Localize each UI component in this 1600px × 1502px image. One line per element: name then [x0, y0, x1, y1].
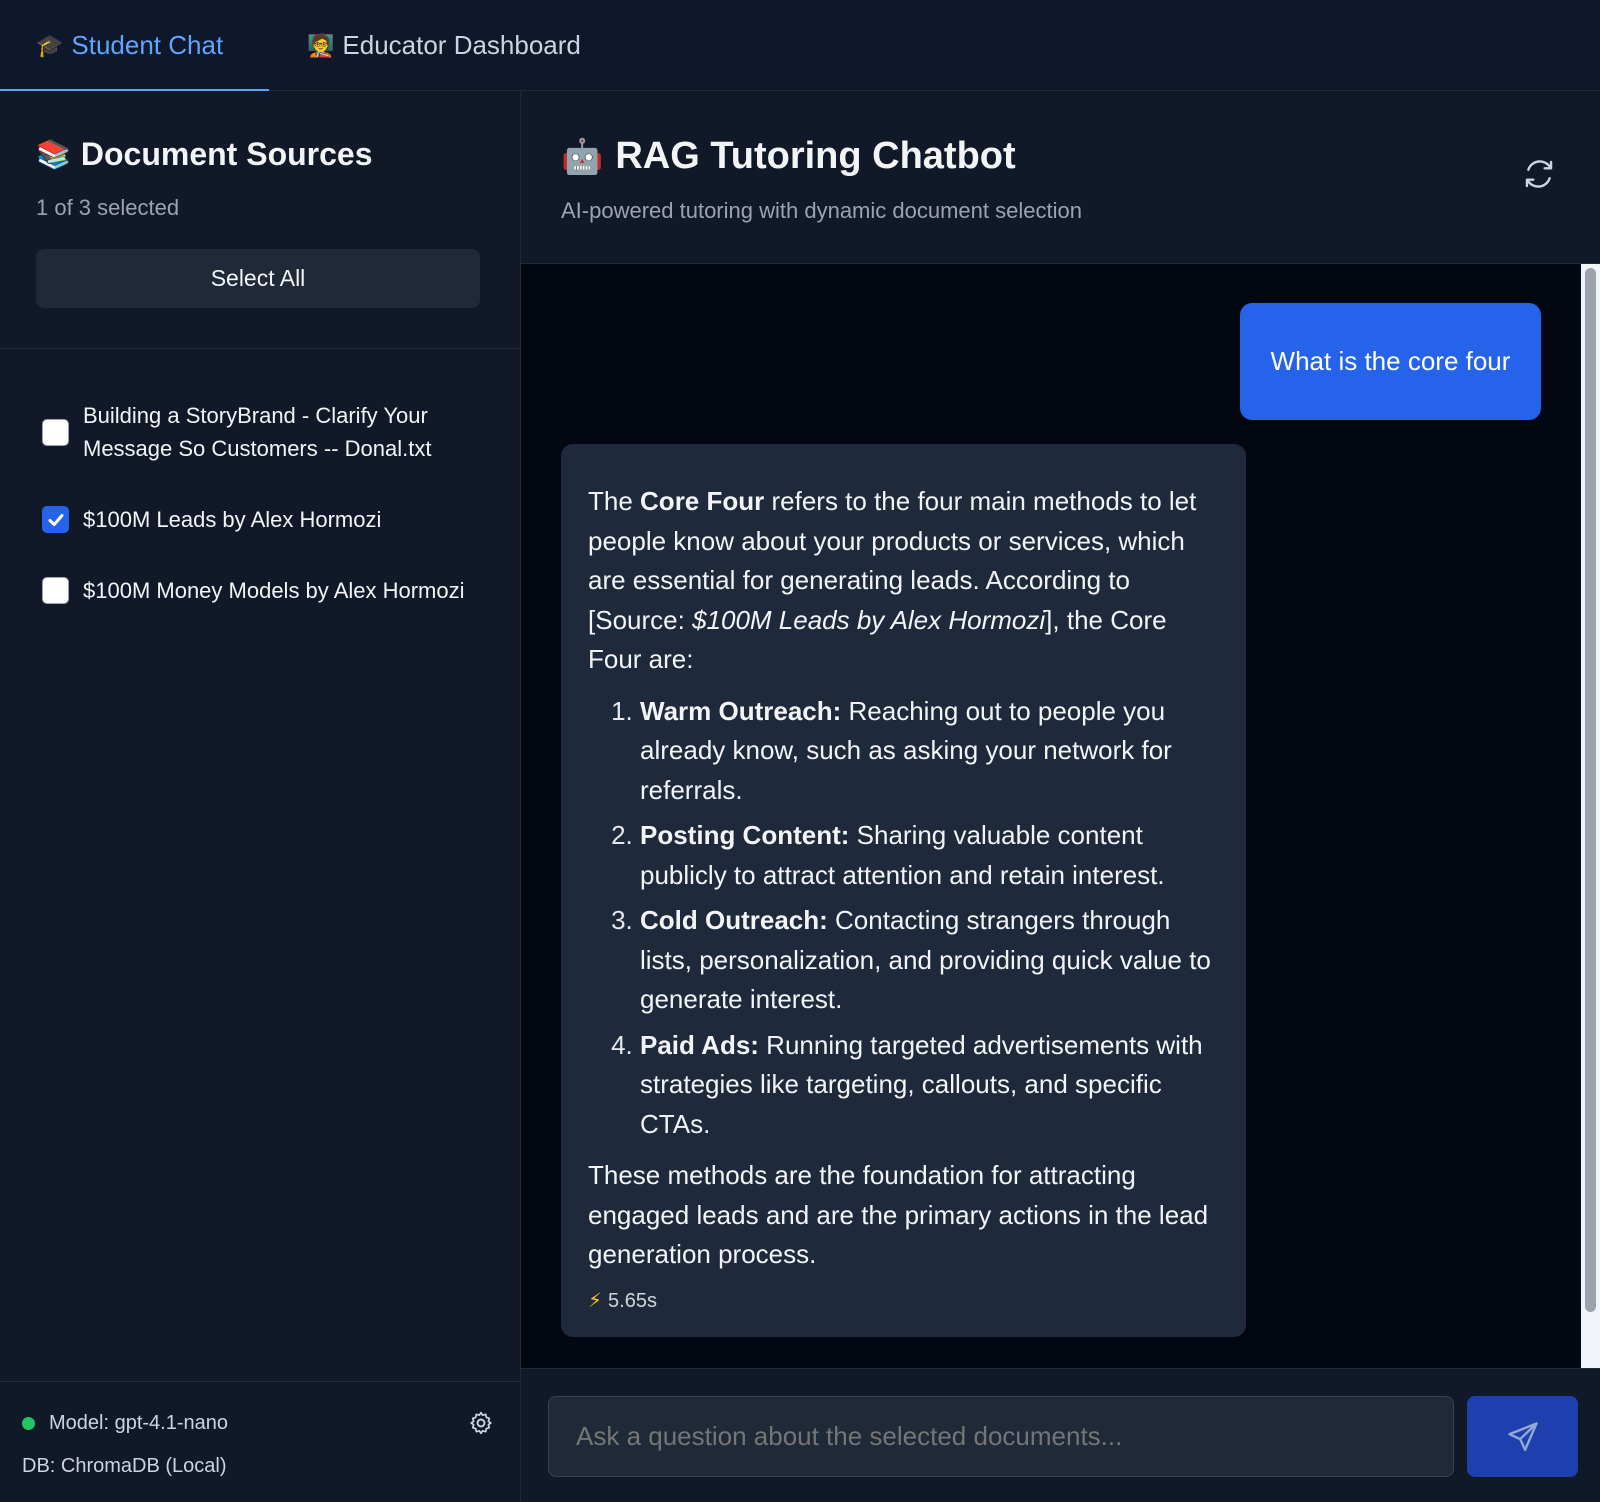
chat-scrollbar[interactable]: [1581, 264, 1600, 1368]
scrollbar-thumb[interactable]: [1585, 268, 1596, 1312]
question-input[interactable]: [548, 1396, 1454, 1477]
db-label: DB: ChromaDB (Local): [22, 1455, 227, 1477]
page-title-text: RAG Tutoring Chatbot: [615, 135, 1016, 177]
item-title: Paid Ads:: [640, 1029, 759, 1060]
bold-term: Core Four: [640, 486, 765, 516]
chat-panel: 🤖 RAG Tutoring Chatbot AI-powered tutori…: [521, 91, 1600, 1502]
list-item: Posting Content: Sharing valuable conten…: [640, 816, 1219, 895]
sidebar-title: 📚 Document Sources: [36, 136, 484, 173]
tab-label: Student Chat: [71, 30, 224, 60]
refresh-icon[interactable]: [1522, 157, 1556, 191]
check-icon: [48, 513, 63, 526]
books-icon: 📚: [36, 139, 71, 170]
tab-label: Educator Dashboard: [342, 30, 581, 60]
chat-header: 🤖 RAG Tutoring Chatbot AI-powered tutori…: [521, 91, 1600, 264]
document-label: $100M Money Models by Alex Hormozi: [83, 578, 465, 603]
answer-intro: The Core Four refers to the four main me…: [588, 482, 1219, 680]
select-all-button[interactable]: Select All: [36, 249, 480, 308]
selection-count: 1 of 3 selected: [36, 195, 180, 220]
sidebar-footer: Model: gpt-4.1-nano DB: ChromaDB (Local): [0, 1381, 520, 1502]
send-button[interactable]: [1467, 1396, 1578, 1477]
send-icon: [1507, 1421, 1538, 1451]
document-item[interactable]: $100M Leads by Alex Hormozi: [42, 503, 484, 536]
item-title: Warm Outreach:: [640, 695, 842, 726]
robot-icon: 🤖: [561, 137, 604, 176]
top-tab-bar: 🎓 Student Chat 🧑‍🏫 Educator Dashboard: [0, 0, 1600, 92]
source-citation: $100M Leads by Alex Hormozi: [692, 604, 1046, 635]
response-time: ⚡ 5.65s: [588, 1287, 1219, 1315]
document-checkbox[interactable]: [42, 506, 69, 533]
document-item[interactable]: $100M Money Models by Alex Hormozi: [42, 574, 484, 607]
text-span: The: [588, 486, 641, 516]
model-status: Model: gpt-4.1-nano: [22, 1412, 498, 1435]
composer: [521, 1368, 1600, 1502]
document-item[interactable]: Building a StoryBrand - Clarify Your Mes…: [42, 399, 484, 465]
list-item: Cold Outreach: Contacting strangers thro…: [640, 901, 1219, 1020]
page-title: 🤖 RAG Tutoring Chatbot: [561, 135, 1560, 178]
document-list: Building a StoryBrand - Clarify Your Mes…: [0, 349, 520, 607]
assistant-message: The Core Four refers to the four main me…: [561, 444, 1246, 1337]
lightning-icon: ⚡: [588, 1289, 603, 1312]
model-label: Model: gpt-4.1-nano: [49, 1412, 229, 1434]
item-title: Cold Outreach:: [640, 905, 828, 935]
item-title: Posting Content:: [640, 820, 850, 850]
document-label: Building a StoryBrand - Clarify Your Mes…: [83, 403, 432, 461]
response-time-value: 5.65s: [608, 1289, 657, 1312]
list-item: Paid Ads: Running targeted advertisement…: [640, 1026, 1219, 1145]
list-item: Warm Outreach: Reaching out to people yo…: [640, 692, 1219, 811]
sidebar-title-text: Document Sources: [80, 136, 373, 172]
gear-icon[interactable]: [468, 1410, 494, 1436]
status-dot-icon: [22, 1417, 35, 1430]
page-subtitle: AI-powered tutoring with dynamic documen…: [561, 198, 1082, 223]
tab-educator-dashboard[interactable]: 🧑‍🏫 Educator Dashboard: [269, 0, 617, 91]
user-message: What is the core four: [1240, 303, 1541, 420]
document-checkbox[interactable]: [42, 418, 69, 446]
document-sidebar: 📚 Document Sources 1 of 3 selected Selec…: [0, 91, 521, 1502]
document-checkbox[interactable]: [42, 577, 69, 604]
document-label: $100M Leads by Alex Hormozi: [83, 507, 382, 532]
tab-student-chat[interactable]: 🎓 Student Chat: [0, 0, 269, 92]
teacher-icon: 🧑‍🏫: [307, 32, 335, 58]
sidebar-header: 📚 Document Sources 1 of 3 selected Selec…: [0, 91, 520, 349]
core-four-list: Warm Outreach: Reaching out to people yo…: [588, 692, 1219, 1145]
answer-outro: These methods are the foundation for att…: [588, 1160, 1209, 1269]
graduation-cap-icon: 🎓: [36, 32, 64, 58]
message-list: What is the core four The Core Four refe…: [521, 264, 1581, 1368]
